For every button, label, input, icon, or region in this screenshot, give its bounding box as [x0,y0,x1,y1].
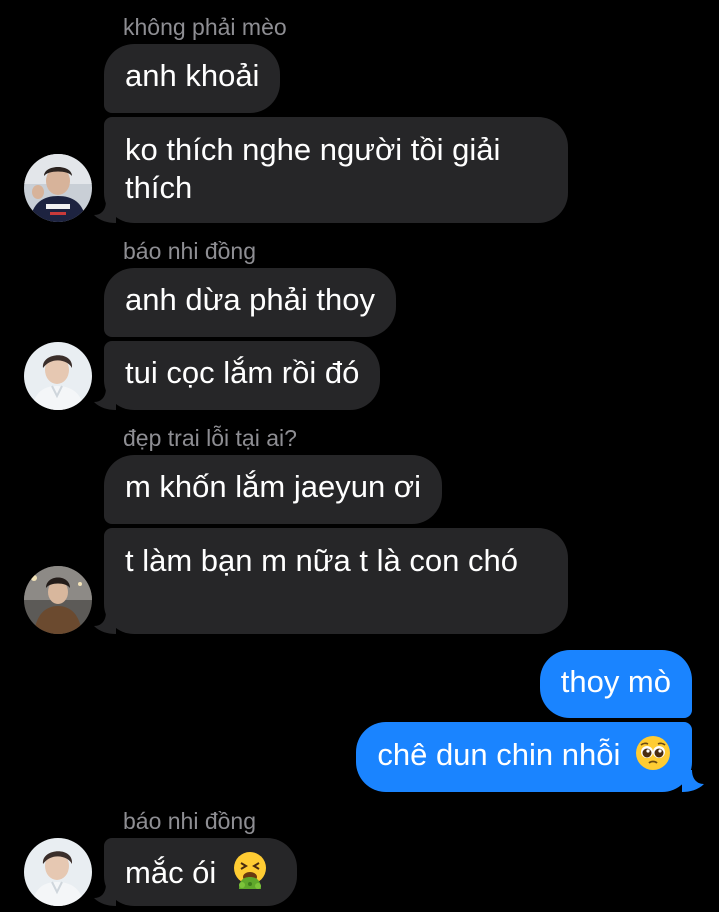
avatar[interactable] [24,342,92,410]
message-text: tui cọc lắm rồi đó [125,355,360,390]
avatar-photo-icon [24,566,92,634]
message-bubble[interactable]: mắc ói [104,838,297,906]
message-bubble[interactable]: ko thích nghe người tồi giải thích [104,117,568,223]
avatar-photo-icon [24,154,92,222]
message-text: chê dun chin nhỗi [377,737,621,772]
bubble-tail-icon [94,612,116,634]
bubble-tail-icon [682,770,704,792]
message-text: t làm bạn m nữa t là con chó [125,543,518,578]
avatar[interactable] [24,566,92,634]
message-bubble[interactable]: m khốn lắm jaeyun ơi [104,455,443,524]
message-text: thoy mò [560,664,671,699]
avatar[interactable] [24,838,92,906]
message-bubble[interactable]: thoy mò [539,650,692,718]
avatar[interactable] [24,154,92,222]
avatar-photo-icon [24,838,92,906]
bubble-tail-icon [94,201,116,223]
face-vomiting-icon [233,852,266,889]
sender-name: không phải mèo [123,14,287,40]
sender-name: đẹp trai lỗi tại ai? [123,425,297,451]
message-bubble[interactable]: t làm bạn m nữa t là con chó [104,528,568,634]
sender-name: báo nhi đồng [123,238,257,264]
message-text: mắc ói [125,855,217,890]
sender-name: báo nhi đồng [123,808,257,834]
message-text: anh dừa phải thoy [125,282,375,317]
message-bubble[interactable]: tui cọc lắm rồi đó [104,341,381,410]
pleading-face-icon [636,736,670,770]
bubble-tail-icon [94,388,116,410]
message-text: m khốn lắm jaeyun ơi [125,469,422,504]
message-bubble[interactable]: anh dừa phải thoy [104,268,396,337]
message-bubble[interactable]: chê dun chin nhỗi [356,722,692,792]
bubble-tail-icon [94,884,116,906]
message-text: ko thích nghe người tồi giải thích [125,132,501,205]
avatar-photo-icon [24,342,92,410]
message-text: anh khoải [125,58,260,93]
message-bubble[interactable]: anh khoải [104,44,281,113]
